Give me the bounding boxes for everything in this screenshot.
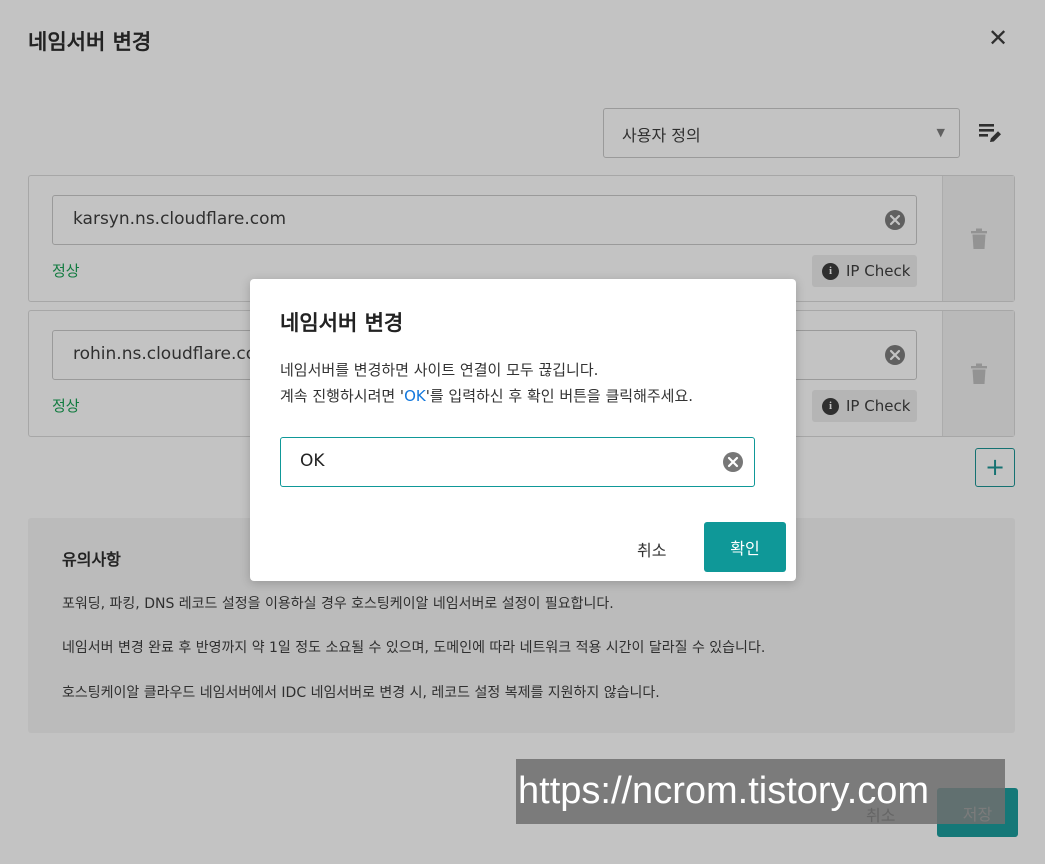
confirm-instruction-line: 계속 진행하시려면 'OK'를 입력하신 후 확인 버튼을 클릭해주세요. — [280, 385, 693, 406]
confirm-warning-line: 네임서버를 변경하면 사이트 연결이 모두 끊깁니다. — [280, 361, 599, 379]
clear-circle-icon[interactable] — [722, 451, 744, 473]
confirm-modal: 네임서버 변경 네임서버를 변경하면 사이트 연결이 모두 끊깁니다. 계속 진… — [250, 279, 796, 581]
instruction-suffix: '를 입력하신 후 확인 버튼을 클릭해주세요. — [425, 387, 694, 405]
confirm-ok-input[interactable]: OK — [280, 437, 755, 487]
watermark-text: https://ncrom.tistory.com — [516, 759, 1005, 824]
confirm-ok-input-value: OK — [300, 451, 325, 471]
ok-keyword: OK — [404, 387, 426, 405]
instruction-prefix: 계속 진행하시려면 ' — [280, 387, 405, 405]
confirm-ok-button[interactable]: 확인 — [704, 522, 786, 572]
confirm-cancel-button[interactable]: 취소 — [637, 537, 666, 561]
confirm-modal-title: 네임서버 변경 — [280, 311, 404, 335]
